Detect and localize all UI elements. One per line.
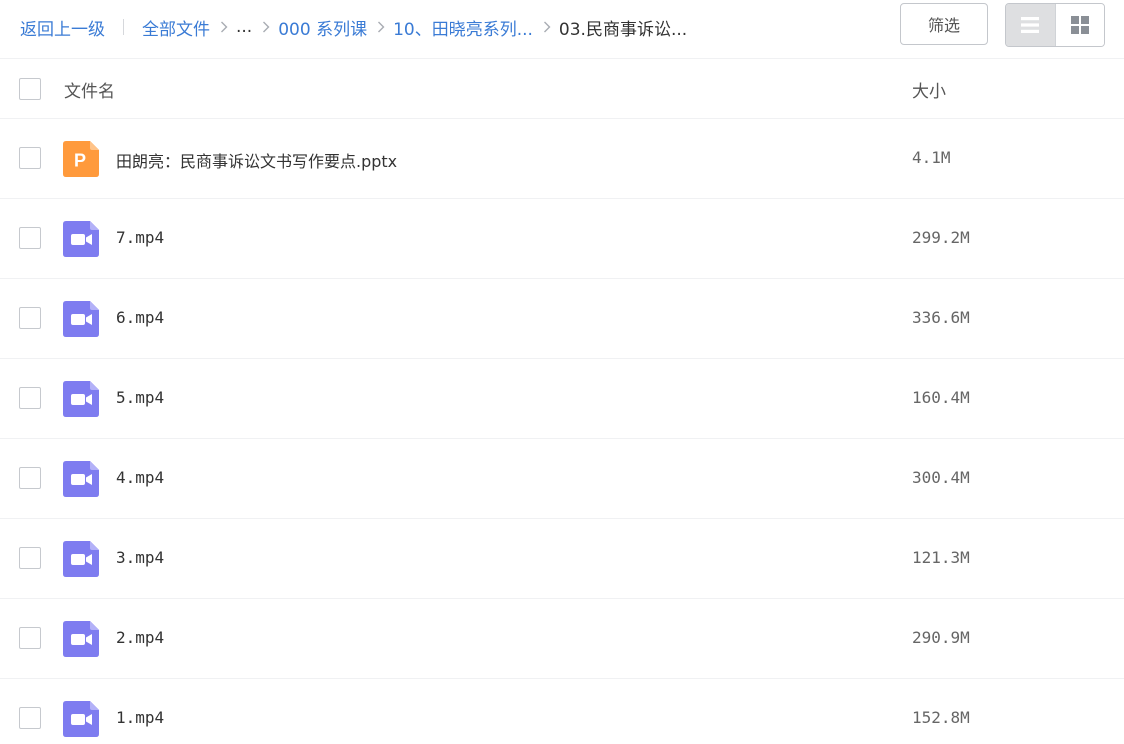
table-header: 文件名 大小 — [0, 59, 1124, 119]
row-checkbox[interactable] — [19, 147, 41, 169]
file-size: 152.8M — [912, 708, 970, 727]
file-size: 290.9M — [912, 628, 970, 647]
column-header-size[interactable]: 大小 — [912, 77, 946, 102]
video-file-icon — [63, 461, 99, 497]
view-toggle — [1005, 3, 1105, 47]
file-name[interactable]: 4.mp4 — [116, 468, 164, 487]
file-list: P 田朗亮：民商事诉讼文书写作要点.pptx 4.1M 7.mp4 299.2M — [0, 119, 1124, 744]
breadcrumb-item-all-files[interactable]: 全部文件 — [142, 15, 210, 40]
file-size: 299.2M — [912, 228, 970, 247]
chevron-right-icon — [538, 21, 556, 33]
file-name[interactable]: 2.mp4 — [116, 628, 164, 647]
file-size: 300.4M — [912, 468, 970, 487]
file-name[interactable]: 田朗亮：民商事诉讼文书写作要点.pptx — [116, 148, 397, 172]
breadcrumb-item-ellipsis[interactable]: ... — [236, 17, 252, 37]
filter-button[interactable]: 筛选 — [900, 3, 988, 45]
breadcrumb: 返回上一级 全部文件 ... 000 系列课 10、田晓亮系列... 03.民商… — [20, 14, 687, 40]
svg-text:P: P — [74, 151, 86, 171]
video-file-icon — [63, 541, 99, 577]
row-checkbox[interactable] — [19, 627, 41, 649]
top-bar: 返回上一级 全部文件 ... 000 系列课 10、田晓亮系列... 03.民商… — [0, 0, 1124, 59]
list-view-button[interactable] — [1006, 4, 1055, 46]
file-browser: 返回上一级 全部文件 ... 000 系列课 10、田晓亮系列... 03.民商… — [0, 0, 1124, 744]
row-checkbox[interactable] — [19, 307, 41, 329]
column-header-name[interactable]: 文件名 — [64, 77, 115, 102]
table-row[interactable]: 1.mp4 152.8M — [0, 679, 1124, 744]
file-size: 4.1M — [912, 148, 951, 167]
row-checkbox[interactable] — [19, 547, 41, 569]
chevron-right-icon — [372, 21, 390, 33]
table-row[interactable]: 6.mp4 336.6M — [0, 279, 1124, 359]
table-row[interactable]: 5.mp4 160.4M — [0, 359, 1124, 439]
back-link[interactable]: 返回上一级 — [20, 15, 105, 40]
breadcrumb-item-current: 03.民商事诉讼... — [558, 19, 688, 40]
video-file-icon — [63, 301, 99, 337]
table-row[interactable]: 7.mp4 299.2M — [0, 199, 1124, 279]
video-file-icon — [63, 381, 99, 417]
grid-view-button[interactable] — [1054, 4, 1104, 46]
video-file-icon — [63, 221, 99, 257]
video-file-icon — [63, 701, 99, 737]
breadcrumb-divider — [123, 19, 124, 35]
table-row[interactable]: 2.mp4 290.9M — [0, 599, 1124, 679]
ppt-file-icon: P — [63, 141, 99, 177]
table-row[interactable]: 4.mp4 300.4M — [0, 439, 1124, 519]
row-checkbox[interactable] — [19, 707, 41, 729]
chevron-right-icon — [215, 21, 233, 33]
breadcrumb-item-tian-series[interactable]: 10、田晓亮系列... — [393, 15, 533, 40]
breadcrumb-item-series[interactable]: 000 系列课 — [278, 15, 367, 40]
file-name[interactable]: 7.mp4 — [116, 228, 164, 247]
row-checkbox[interactable] — [19, 387, 41, 409]
chevron-right-icon — [257, 21, 275, 33]
list-view-icon — [1021, 17, 1040, 33]
file-name[interactable]: 3.mp4 — [116, 548, 164, 567]
table-row[interactable]: 3.mp4 121.3M — [0, 519, 1124, 599]
row-checkbox[interactable] — [19, 227, 41, 249]
table-row[interactable]: P 田朗亮：民商事诉讼文书写作要点.pptx 4.1M — [0, 119, 1124, 199]
grid-view-icon — [1070, 16, 1089, 34]
file-size: 160.4M — [912, 388, 970, 407]
file-name[interactable]: 5.mp4 — [116, 388, 164, 407]
video-file-icon — [63, 621, 99, 657]
row-checkbox[interactable] — [19, 467, 41, 489]
file-size: 336.6M — [912, 308, 970, 327]
file-name[interactable]: 6.mp4 — [116, 308, 164, 327]
select-all-checkbox[interactable] — [19, 78, 41, 100]
file-name[interactable]: 1.mp4 — [116, 708, 164, 727]
file-size: 121.3M — [912, 548, 970, 567]
